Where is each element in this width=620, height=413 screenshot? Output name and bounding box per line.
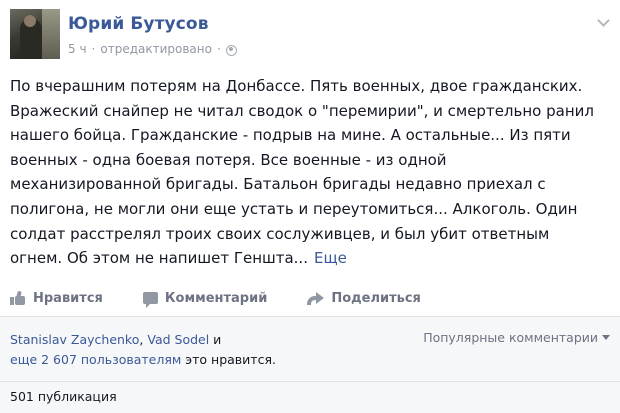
shares-count[interactable]: 501 публикация <box>10 389 117 404</box>
post-line: солдат расстрелял троих своих сослуживце… <box>10 224 550 243</box>
comment-button[interactable]: Комментарий <box>142 290 268 308</box>
post-meta: 5 ч · отредактировано · <box>68 42 237 56</box>
post-line: нашего бойца. Гражданские - подрыв на ми… <box>10 126 571 145</box>
divider <box>0 316 620 317</box>
author-avatar[interactable] <box>10 9 60 59</box>
post-line: Вражеский снайпер не читал сводок о "пер… <box>10 101 594 120</box>
edited-label[interactable]: отредактировано <box>100 42 212 56</box>
likes-summary: Stanislav Zaychenko, Vad Sodel и еще 2 6… <box>10 330 400 370</box>
comment-icon <box>142 292 158 308</box>
share-label: Поделиться <box>331 290 421 306</box>
post-line: механизированной бригады. Батальон брига… <box>10 175 546 194</box>
like-icon <box>10 290 26 305</box>
other-likers-link[interactable]: еще 2 607 пользователям <box>10 352 181 367</box>
share-icon <box>307 291 325 305</box>
facebook-post: Юрий Бутусов 5 ч · отредактировано · По … <box>0 0 620 413</box>
likes-and: и <box>209 332 222 347</box>
avatar-background <box>42 9 60 59</box>
post-line: По вчерашним потерям на Донбассе. Пять в… <box>10 77 583 95</box>
author-name[interactable]: Юрий Бутусов <box>68 14 209 34</box>
like-button[interactable]: Нравится <box>10 291 103 306</box>
comment-label: Комментарий <box>164 290 268 306</box>
like-label: Нравится <box>33 290 103 306</box>
share-button[interactable]: Поделиться <box>307 291 421 306</box>
likes-comma: , <box>139 332 144 347</box>
post-body: По вчерашним потерям на Донбассе. Пять в… <box>10 74 610 271</box>
meta-separator: · <box>91 42 96 56</box>
liker-link[interactable]: Vad Sodel <box>147 332 209 347</box>
caret-down-icon <box>602 335 610 340</box>
globe-icon[interactable] <box>225 44 237 56</box>
post-line-text: огнем. Об этом не напишет Геншта... <box>10 249 308 268</box>
liker-link[interactable]: Stanislav Zaychenko <box>10 332 139 347</box>
post-line: военных - одна боевая потеря. Все военны… <box>10 150 447 169</box>
post-line-last: огнем. Об этом не напишет Геншта... Еще <box>10 246 610 271</box>
comment-sort-dropdown[interactable]: Популярные комментарии <box>423 330 610 345</box>
sort-label: Популярные комментарии <box>423 330 598 345</box>
chevron-down-icon[interactable] <box>597 14 610 27</box>
likes-suffix: это нравится. <box>181 352 276 367</box>
post-timestamp[interactable]: 5 ч <box>68 42 87 56</box>
avatar-head <box>24 15 36 27</box>
post-line: полигона, не могли они еще устать и пере… <box>10 199 578 218</box>
post-actions: Нравится Комментарий Поделиться <box>10 286 461 310</box>
meta-separator: · <box>216 42 221 56</box>
see-more-link[interactable]: Еще <box>314 249 347 267</box>
divider <box>0 381 620 382</box>
